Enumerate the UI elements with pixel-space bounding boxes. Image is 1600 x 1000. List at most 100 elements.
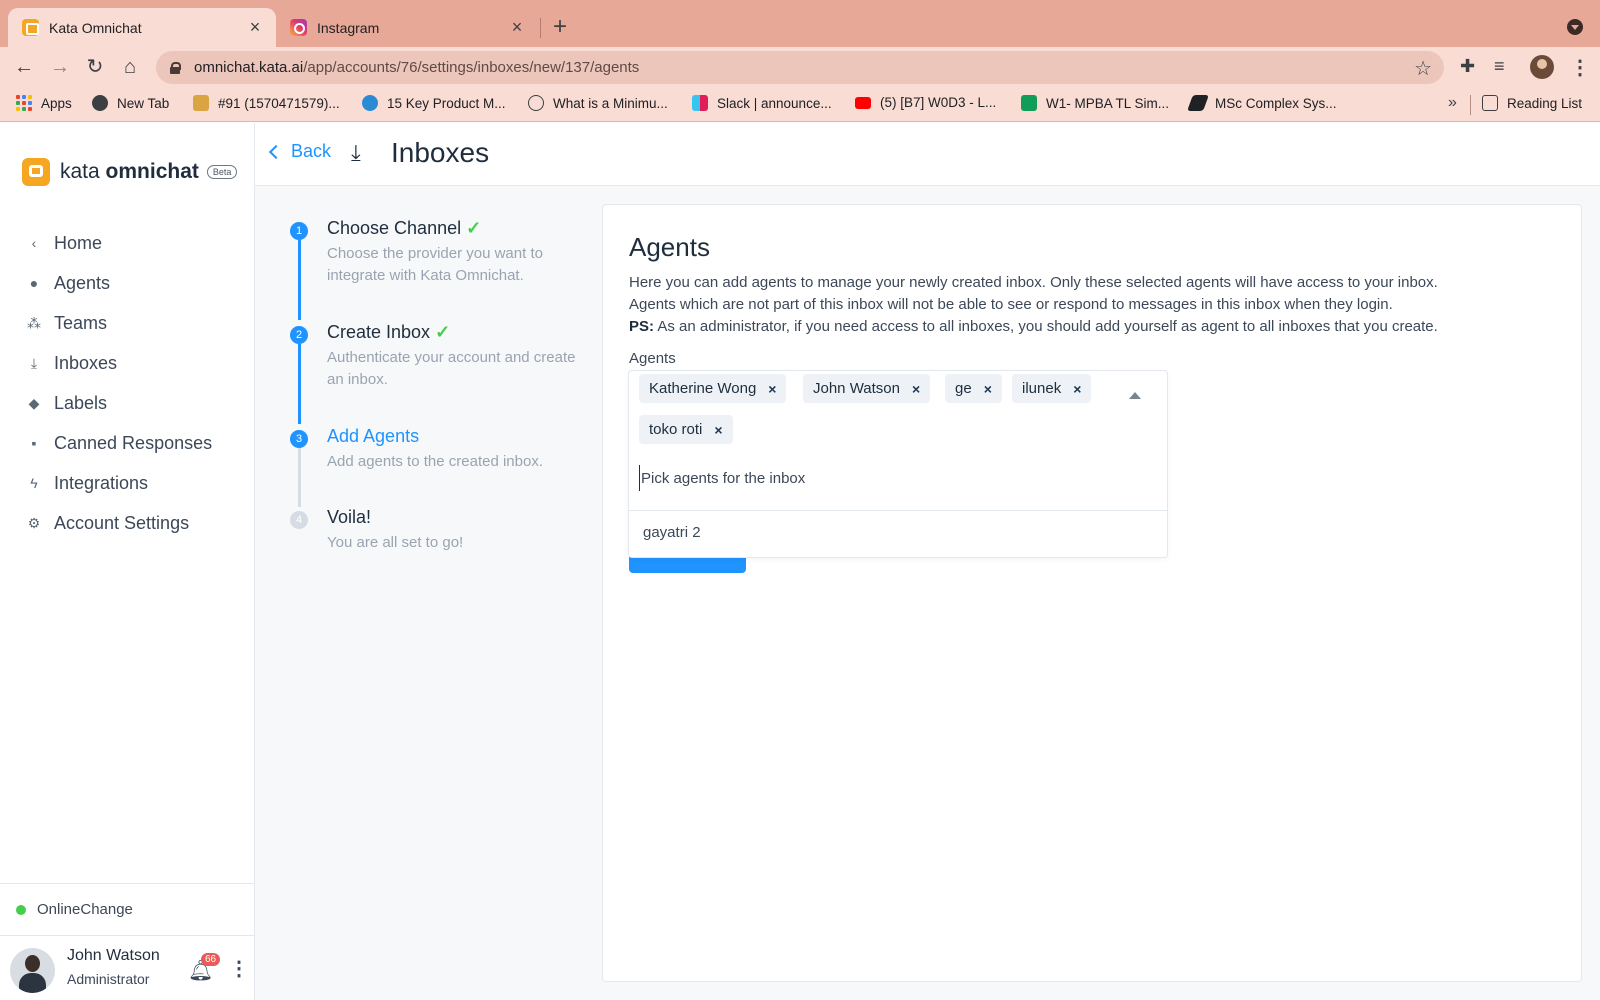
product-favicon-icon xyxy=(362,95,378,111)
step-title: Choose Channel ✓ xyxy=(327,218,482,238)
msc-favicon-icon xyxy=(1187,95,1209,111)
step-connector xyxy=(298,344,301,424)
step-number: 1 xyxy=(290,222,308,240)
bookmark-ticket[interactable]: #91 (1570471579)... xyxy=(193,95,340,111)
browser-tab-instagram[interactable]: Instagram × xyxy=(276,8,538,47)
sidebar-nav: ‹ Home ● Agents ⁂ Teams ⤓ Inboxes ◆ Labe… xyxy=(0,223,254,543)
card-description: Here you can add agents to manage your n… xyxy=(629,274,1438,335)
kata-favicon-icon xyxy=(22,19,39,36)
selected-agent-tag: Katherine Wong × xyxy=(639,374,787,403)
remove-tag-icon[interactable]: × xyxy=(984,381,992,397)
close-icon[interactable]: × xyxy=(508,17,526,38)
new-tab-icon[interactable]: + xyxy=(553,13,567,41)
dropdown-divider xyxy=(629,510,1167,511)
forward-arrow-icon[interactable]: → xyxy=(48,55,72,79)
chevron-left-icon: ‹ xyxy=(31,235,37,251)
online-status-dot xyxy=(16,904,26,915)
team-icon: ⁂ xyxy=(27,314,41,331)
profile-avatar[interactable] xyxy=(1530,55,1554,79)
slack-favicon-icon xyxy=(692,95,708,111)
browser-menu-icon[interactable]: ⋮ xyxy=(1570,55,1590,80)
remove-tag-icon[interactable]: × xyxy=(1073,381,1081,397)
kata-logo-icon xyxy=(22,158,50,186)
bookmark-star-icon[interactable]: ☆ xyxy=(1414,56,1432,81)
bolt-icon: ϟ xyxy=(30,475,38,491)
step-description: Add agents to the created inbox. xyxy=(327,453,543,470)
step-description: Choose the provider you want to integrat… xyxy=(327,245,543,284)
agent-option[interactable]: gayatri 2 xyxy=(643,524,701,541)
step-title: Add Agents xyxy=(327,426,420,446)
agents-field-label: Agents xyxy=(629,350,676,367)
instagram-favicon-icon xyxy=(290,19,307,36)
bookmarks-separator xyxy=(1470,95,1471,115)
gear-icon: ⚙ xyxy=(27,514,41,531)
home-icon[interactable]: ⌂ xyxy=(118,55,142,79)
sidebar-item-home[interactable]: ‹ Home xyxy=(0,223,254,263)
bookmark-youtube[interactable]: (5) [B7] W0D3 - L... xyxy=(855,95,996,110)
beta-badge: Beta xyxy=(206,165,238,179)
more-bookmarks-icon[interactable]: » xyxy=(1448,94,1457,112)
sidebar-item-teams[interactable]: ⁂ Teams xyxy=(0,303,254,343)
change-status-link[interactable]: Change xyxy=(80,901,133,918)
dropdown-caret-up-icon[interactable] xyxy=(1129,392,1141,399)
youtube-favicon-icon xyxy=(855,96,871,109)
browser-tab-strip: Kata Omnichat × Instagram × + xyxy=(0,0,1600,47)
agent-search-input[interactable] xyxy=(639,465,1154,491)
app-sidebar: kata omnichat Beta ‹ Home ● Agents ⁂ Tea… xyxy=(0,123,255,1000)
user-role: Administrator xyxy=(67,971,150,987)
close-icon[interactable]: × xyxy=(246,17,264,38)
remove-tag-icon[interactable]: × xyxy=(912,381,920,397)
brand-logo[interactable]: kata omnichat Beta xyxy=(22,158,238,186)
back-arrow-icon[interactable]: ← xyxy=(12,55,36,79)
step-title: Create Inbox ✓ xyxy=(327,322,451,342)
page-title: Inboxes xyxy=(391,137,490,168)
tab-title: Kata Omnichat xyxy=(49,19,142,36)
sidebar-item-inboxes[interactable]: ⤓ Inboxes xyxy=(0,343,254,383)
sidebar-item-canned-responses[interactable]: ▪ Canned Responses xyxy=(0,423,254,463)
inbox-icon: ⤓ xyxy=(30,354,38,371)
step-description: Authenticate your account and create an … xyxy=(327,349,576,388)
tag-icon: ◆ xyxy=(28,394,40,411)
bookmark-mvp[interactable]: What is a Minimu... xyxy=(528,95,668,111)
step-description: You are all set to go! xyxy=(327,534,464,551)
extensions-puzzle-icon[interactable]: ✚ xyxy=(1460,56,1475,77)
ticket-favicon-icon xyxy=(193,95,209,111)
chat-icon: ▪ xyxy=(31,435,37,451)
sidebar-item-agents[interactable]: ● Agents xyxy=(0,263,254,303)
media-queue-icon[interactable]: ≡ xyxy=(1494,56,1505,77)
reload-icon[interactable]: ↻ xyxy=(83,55,107,79)
remove-tag-icon[interactable]: × xyxy=(768,381,776,397)
bookmark-apps[interactable]: Apps xyxy=(16,95,72,111)
user-name: John Watson xyxy=(67,947,160,964)
agents-multiselect[interactable]: Katherine Wong × John Watson × ge × ilunek ×… xyxy=(628,370,1168,558)
page-header: Back ⤓ Inboxes xyxy=(255,123,1600,186)
step-number: 2 xyxy=(290,326,308,344)
bookmark-slack[interactable]: Slack | announce... xyxy=(692,95,832,111)
back-button[interactable]: Back xyxy=(268,141,331,162)
selected-agent-tag: ilunek × xyxy=(1012,374,1092,403)
remove-tag-icon[interactable]: × xyxy=(714,422,722,438)
bookmark-msc[interactable]: MSc Complex Sys... xyxy=(1187,95,1337,111)
bookmark-new-tab[interactable]: New Tab xyxy=(92,95,169,111)
step-title: Voila! xyxy=(327,507,372,527)
sheets-favicon-icon xyxy=(1021,95,1037,111)
current-user: John Watson Administrator 🔔︎ 66 ⋮ xyxy=(0,935,254,1000)
bookmark-product-metrics[interactable]: 15 Key Product M... xyxy=(362,95,506,111)
browser-tab-kata[interactable]: Kata Omnichat × xyxy=(8,8,276,47)
reading-list[interactable]: Reading List xyxy=(1482,95,1582,111)
tab-search-icon[interactable] xyxy=(1567,19,1583,35)
sidebar-item-account-settings[interactable]: ⚙ Account Settings xyxy=(0,503,254,543)
more-options-icon[interactable]: ⋮ xyxy=(229,956,249,981)
lock-icon xyxy=(170,61,181,74)
sidebar-item-labels[interactable]: ◆ Labels xyxy=(0,383,254,423)
agents-card: Agents Here you can add agents to manage… xyxy=(602,204,1582,982)
bookmark-sheets[interactable]: W1- MPBA TL Sim... xyxy=(1021,95,1169,111)
selected-agent-tag: ge × xyxy=(945,374,1002,403)
notification-count-badge: 66 xyxy=(201,953,221,966)
people-icon: ● xyxy=(29,275,39,291)
avatar[interactable] xyxy=(10,948,55,993)
address-bar[interactable]: omnichat.kata.ai/app/accounts/76/setting… xyxy=(156,51,1444,84)
selected-agent-tag: toko roti × xyxy=(639,415,733,444)
status-text: Online xyxy=(37,901,81,918)
sidebar-item-integrations[interactable]: ϟ Integrations xyxy=(0,463,254,503)
